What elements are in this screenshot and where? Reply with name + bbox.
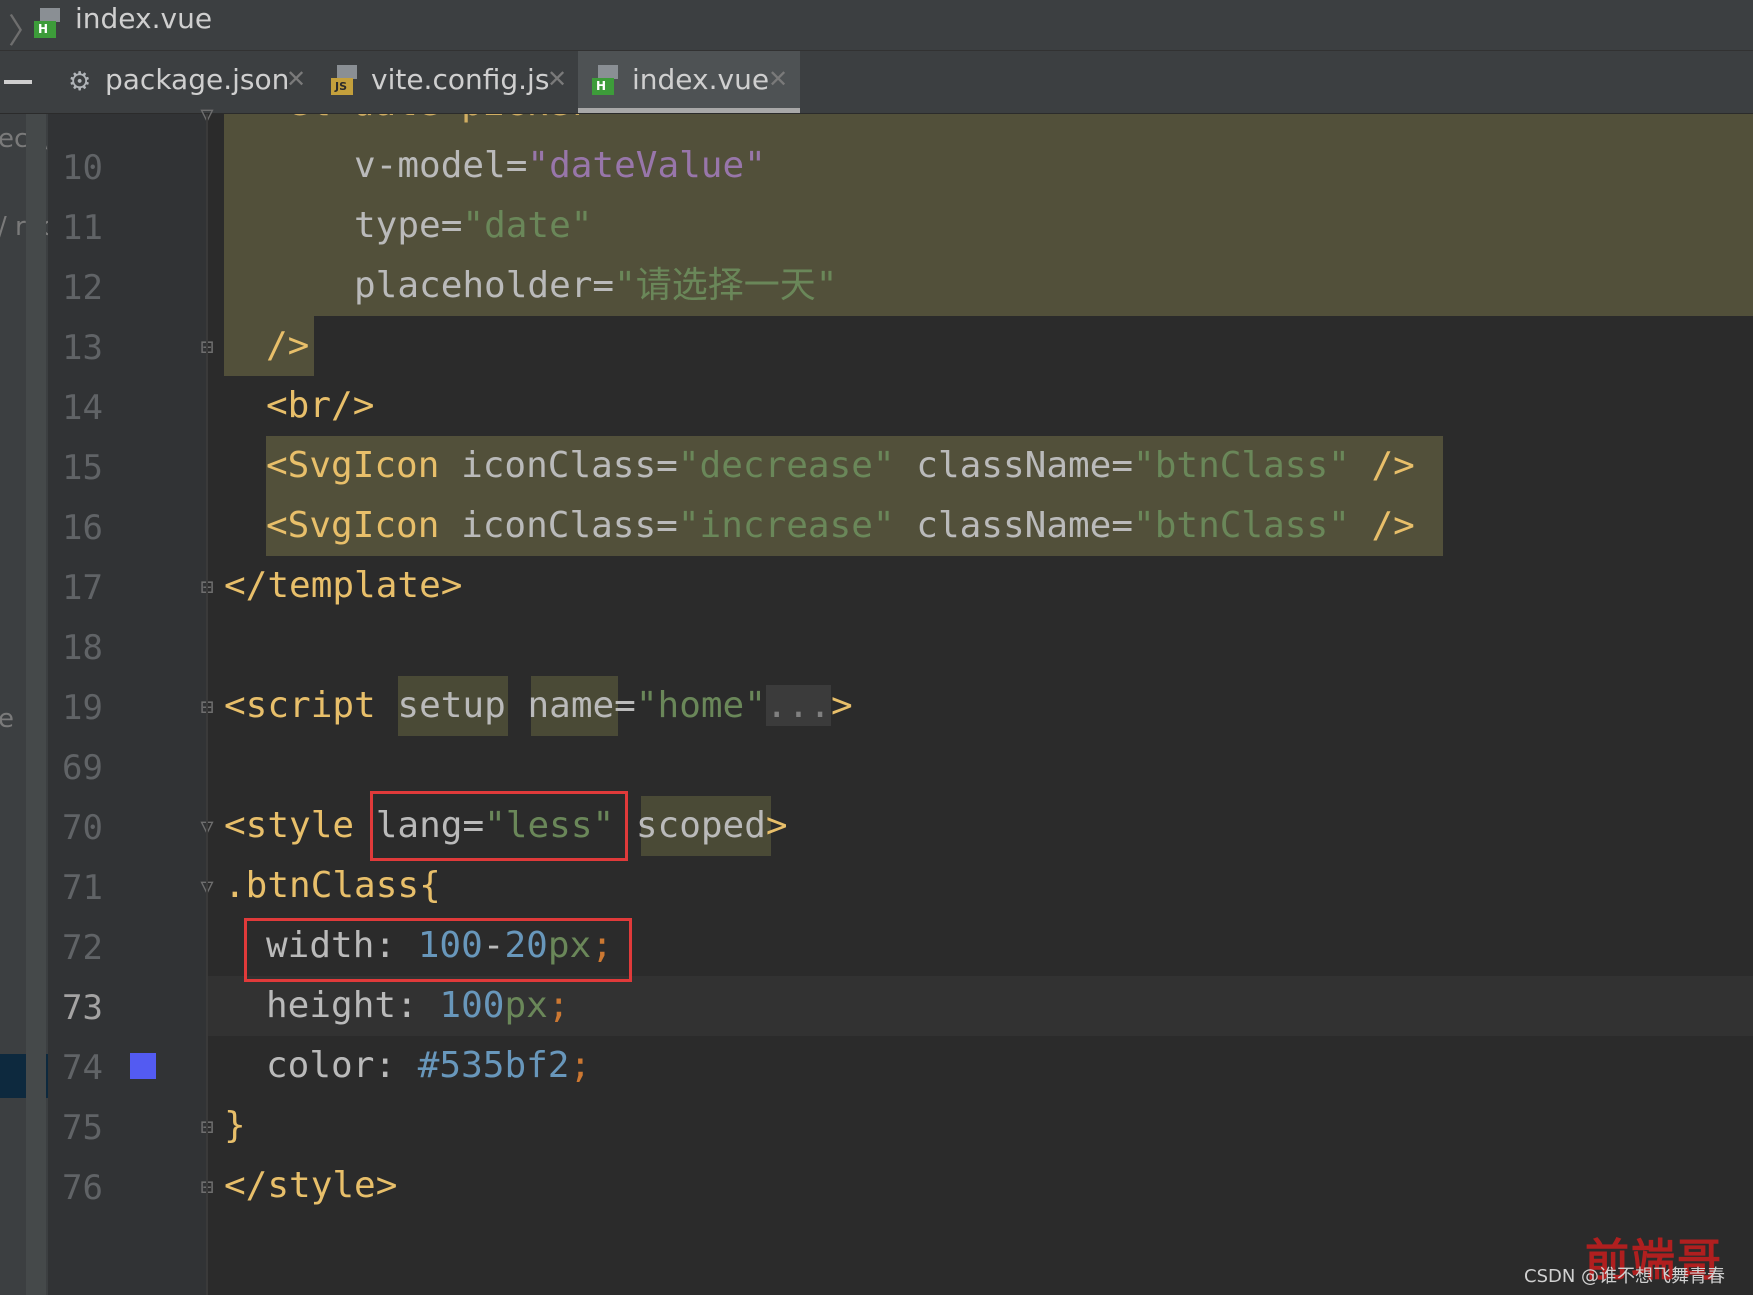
line-number: 70	[62, 808, 103, 848]
watermark-text: CSDN @谁不想飞舞青春	[1524, 1266, 1726, 1287]
tab-label: vite.config.js	[371, 63, 550, 96]
breadcrumb: 〉 H index.vue	[0, 0, 1753, 52]
js-file-icon: JS	[331, 65, 361, 97]
tab-vite-config-js[interactable]: JS vite.config.js ✕	[325, 51, 575, 113]
code-line-partial: <el-date-picker	[266, 114, 591, 134]
scrollbar[interactable]	[26, 114, 46, 1295]
annotation-box-width	[244, 918, 632, 982]
close-icon[interactable]: ✕	[547, 65, 567, 93]
line-number: 75	[62, 1108, 103, 1148]
line-number: 11	[62, 208, 103, 248]
code-line-19: <script setup name="home"...>	[224, 685, 853, 726]
close-icon[interactable]: ✕	[768, 65, 788, 93]
breadcrumb-file[interactable]: index.vue	[75, 2, 212, 35]
close-icon[interactable]: ✕	[286, 65, 306, 93]
tab-label: index.vue	[632, 63, 770, 96]
code-line-17: </template>	[224, 565, 463, 606]
code-editor[interactable]: <el-date-picker v-model="dateValue" type…	[208, 114, 1753, 1295]
code-line-15: <SvgIcon iconClass="decrease" className=…	[266, 445, 1415, 486]
tab-label: package.json	[105, 63, 290, 96]
line-number: 72	[62, 928, 103, 968]
line-number: 15	[62, 448, 103, 488]
vue-file-icon: H	[592, 65, 622, 97]
code-line-10: v-model="dateValue"	[354, 145, 766, 186]
line-number: 71	[62, 868, 103, 908]
line-number: 17	[62, 568, 103, 608]
code-line-71: .btnClass{	[224, 865, 441, 906]
indent-guide	[206, 114, 208, 1295]
folded-code-placeholder: ...	[765, 685, 831, 726]
annotation-box-lang-less	[370, 791, 628, 861]
code-line-76: </style>	[224, 1165, 398, 1206]
line-number: 14	[62, 388, 103, 428]
project-tree-fragment[interactable]: e	[0, 704, 14, 734]
tab-package-json[interactable]: ⚙ package.json ✕	[58, 51, 313, 113]
line-number: 19	[62, 688, 103, 728]
code-line-13: />	[266, 325, 310, 366]
line-number: 16	[62, 508, 103, 548]
line-number: 69	[62, 748, 103, 788]
code-line-73: height: 100px;	[266, 985, 570, 1026]
line-number-current: 73	[62, 988, 103, 1028]
line-number: 13	[62, 328, 103, 368]
vue-file-icon: H	[34, 8, 64, 40]
line-number: 76	[62, 1168, 103, 1208]
json-file-icon: ⚙	[68, 67, 92, 97]
line-number: 74	[62, 1048, 103, 1088]
tab-index-vue[interactable]: H index.vue ✕	[578, 51, 800, 113]
line-number: 10	[62, 148, 103, 188]
code-line-11: type="date"	[354, 205, 593, 246]
collapse-icon[interactable]	[4, 80, 32, 84]
line-number: 18	[62, 628, 103, 668]
editor-tab-bar: ⚙ package.json ✕ JS vite.config.js ✕ H i…	[0, 51, 1753, 114]
code-line-14: <br/>	[266, 385, 375, 426]
code-line-74: color: #535bf2;	[266, 1045, 592, 1086]
color-swatch-icon[interactable]	[130, 1053, 156, 1079]
line-number: 12	[62, 268, 103, 308]
code-line-12: placeholder="请选择一天"	[354, 265, 838, 306]
code-line-16: <SvgIcon iconClass="increase" className=…	[266, 505, 1415, 546]
code-line-75: }	[224, 1105, 246, 1146]
project-panel-edge: ect\ / roo e	[0, 114, 48, 1295]
